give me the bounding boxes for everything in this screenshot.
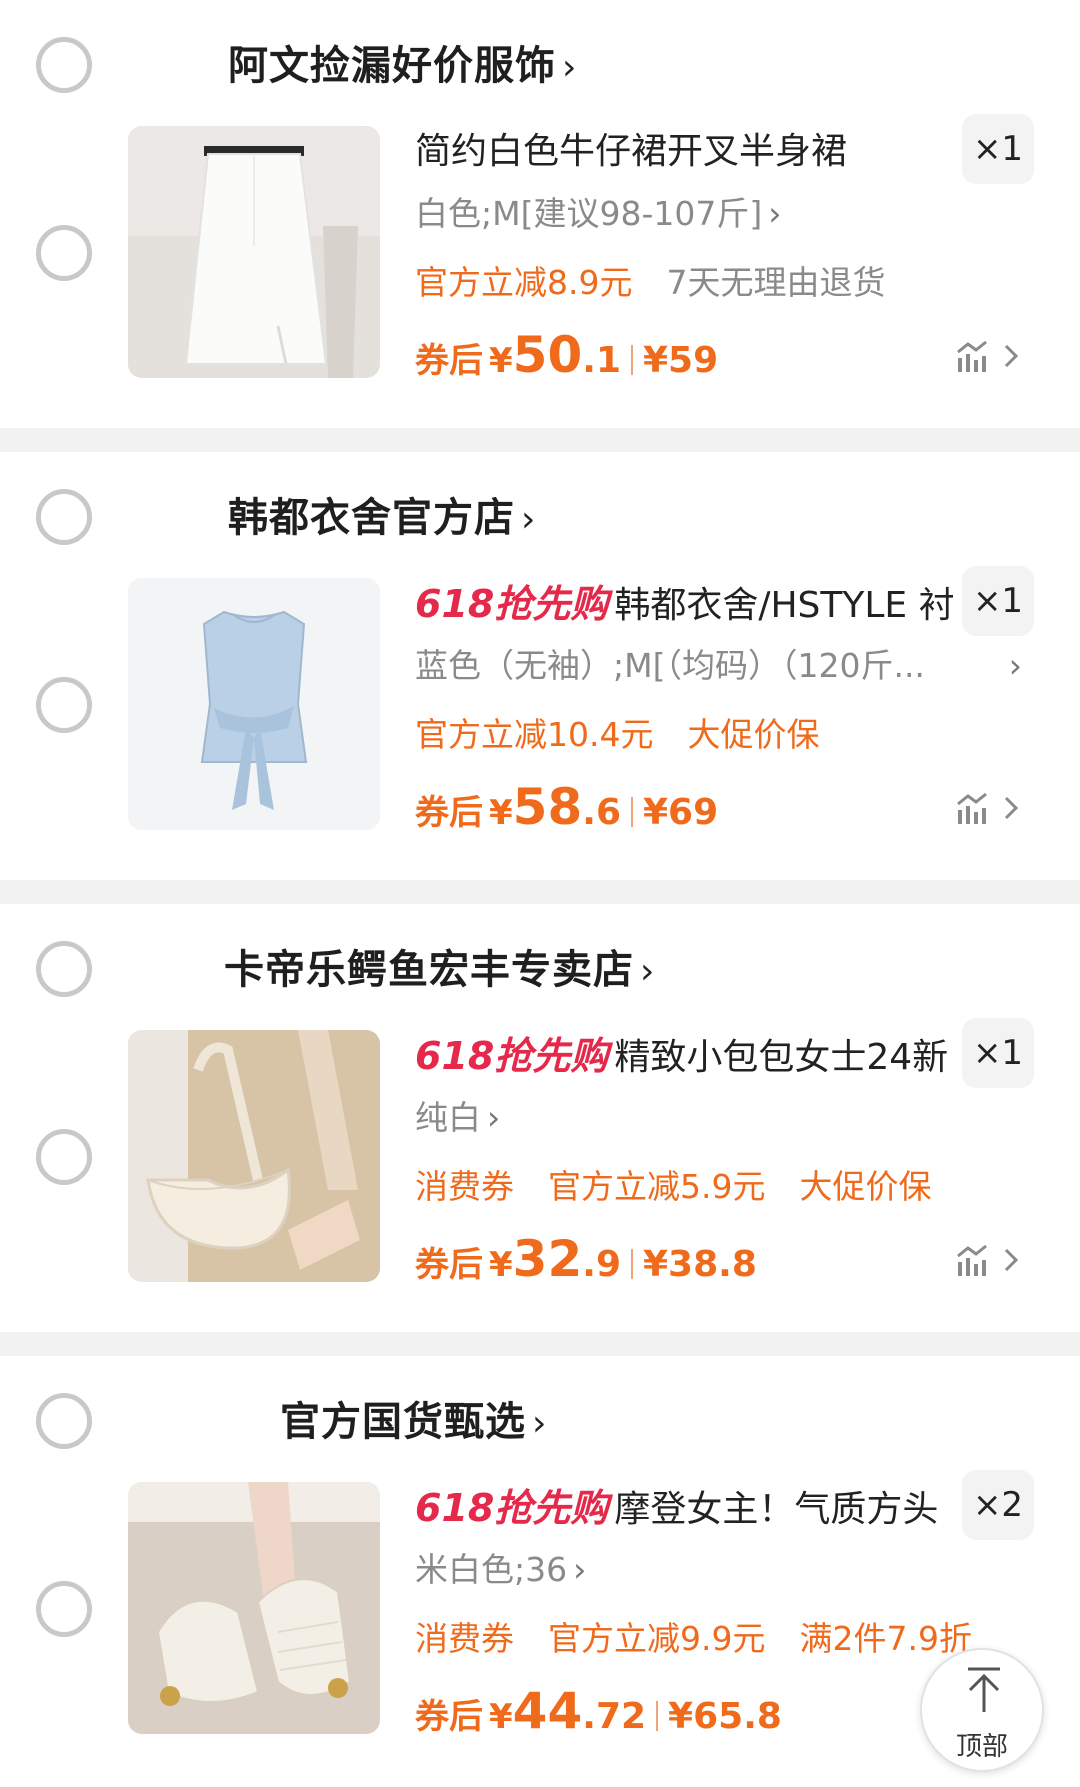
price-label: 券后 (415, 341, 483, 381)
original-price: ¥38.8 (643, 1244, 757, 1285)
store-name-link[interactable]: 卡帝乐鳄鱼宏丰专卖店 › (224, 944, 655, 998)
item-select-checkbox[interactable] (36, 677, 92, 733)
arrow-up-icon (968, 1667, 1000, 1712)
promo-618-badge: 618抢先购 (415, 582, 609, 626)
item-select-checkbox[interactable] (36, 1129, 92, 1185)
original-price: ¥65.8 (668, 1696, 782, 1737)
store-select-checkbox[interactable] (36, 941, 92, 997)
price-integer: 32 (512, 1230, 583, 1288)
product-spec-selector[interactable]: 白色;M[建议98-107斤] › (415, 190, 1025, 238)
store-name-link[interactable]: 阿文捡漏好价服饰 › (228, 40, 577, 94)
currency-symbol: ¥ (489, 341, 513, 381)
store-select-checkbox[interactable] (36, 1393, 92, 1449)
cream-slingback-shoes-image (128, 1482, 380, 1734)
chevron-right-icon: › (562, 47, 578, 88)
price-trend-icon[interactable] (954, 1242, 1024, 1278)
product-spec-selector[interactable]: 纯白 › (415, 1094, 1025, 1142)
product-title[interactable]: 618抢先购 摩登女主！气质方头 (415, 1482, 955, 1534)
price-integer: 58 (512, 778, 583, 836)
price-divider (631, 1249, 633, 1279)
price-divider (631, 797, 633, 827)
product-spec-selector[interactable]: 米白色;36 › (415, 1546, 1025, 1594)
price-row: 券后 ¥58.6 ¥69 (415, 777, 718, 837)
promo-tag: 大促价保 (687, 715, 820, 754)
store-select-checkbox[interactable] (36, 489, 92, 545)
back-to-top-button[interactable]: 顶部 (920, 1648, 1044, 1772)
price-integer: 44 (512, 1682, 583, 1740)
cart-store-group: 阿文捡漏好价服饰 › 简约白色牛仔裙开叉半身裙 ×1 白色;M[建议98-107斤… (0, 0, 1080, 428)
white-shoulder-bag-image (128, 1030, 380, 1282)
chevron-right-icon: › (487, 1098, 501, 1137)
price-trend-icon[interactable] (954, 790, 1024, 826)
product-title[interactable]: 简约白色牛仔裙开叉半身裙 (415, 126, 955, 178)
back-to-top-label: 顶部 (955, 1732, 1008, 1762)
promo-tag: 7天无理由退货 (666, 263, 886, 302)
product-thumbnail[interactable] (128, 1030, 380, 1282)
currency-symbol: ¥ (489, 1245, 513, 1285)
price-label: 券后 (415, 1245, 483, 1285)
chevron-right-icon: › (768, 194, 782, 233)
item-select-checkbox[interactable] (36, 225, 92, 281)
promo-tag: 满2件7.9折 (799, 1619, 972, 1658)
chevron-right-icon: › (640, 951, 656, 992)
original-price: ¥69 (643, 792, 719, 833)
white-denim-skirt-image (128, 126, 380, 378)
product-thumbnail[interactable] (128, 578, 380, 830)
promo-tag: 官方立减8.9元 (415, 263, 633, 302)
promo-tag: 官方立减5.9元 (548, 1167, 766, 1206)
blue-sleeveless-top-image (128, 578, 380, 830)
price-trend-icon[interactable] (954, 338, 1024, 374)
original-price: ¥59 (643, 340, 719, 381)
price-integer: 50 (512, 326, 583, 384)
price-row: 券后 ¥44.72 ¥65.8 (415, 1681, 782, 1741)
item-select-checkbox[interactable] (36, 1581, 92, 1637)
chevron-right-icon: › (532, 1403, 548, 1444)
promo-tag: 消费券 (415, 1167, 514, 1206)
product-title[interactable]: 618抢先购 精致小包包女士24新 (415, 1030, 955, 1082)
quantity-stepper[interactable]: ×1 (962, 114, 1034, 184)
price-label: 券后 (415, 793, 483, 833)
promo-tag: 大促价保 (799, 1167, 932, 1206)
price-divider (631, 345, 633, 375)
cart-store-group: 韩都衣舍官方店 › 618抢先购 韩都衣舍/HSTYLE 衬 ×1 蓝色（无袖）;M… (0, 452, 1080, 880)
promo-tags: 消费券 官方立减5.9元 大促价保 (415, 1162, 1075, 1212)
product-title[interactable]: 618抢先购 韩都衣舍/HSTYLE 衬 (415, 578, 955, 630)
quantity-stepper[interactable]: ×1 (962, 1018, 1034, 1088)
price-row: 券后 ¥50.1 ¥59 (415, 325, 718, 385)
currency-symbol: ¥ (489, 1697, 513, 1737)
price-decimal: .6 (582, 792, 621, 833)
quantity-stepper[interactable]: ×2 (962, 1470, 1034, 1540)
quantity-stepper[interactable]: ×1 (962, 566, 1034, 636)
chevron-right-icon[interactable]: › (1009, 642, 1022, 690)
cart-store-group: 官方国货甄选 › 618抢先购 摩登女主！气质方头 ×2 米白色;36 › 消费券 官方… (0, 1356, 1080, 1787)
price-divider (656, 1701, 659, 1731)
promo-tags: 官方立减10.4元 大促价保 (415, 710, 1075, 760)
store-select-checkbox[interactable] (36, 37, 92, 93)
promo-tag: 官方立减10.4元 (415, 715, 654, 754)
currency-symbol: ¥ (489, 793, 513, 833)
price-decimal: .72 (582, 1696, 647, 1737)
promo-tags: 官方立减8.9元 7天无理由退货 (415, 258, 1075, 308)
product-thumbnail[interactable] (128, 126, 380, 378)
chevron-right-icon: › (573, 1550, 587, 1589)
store-name-link[interactable]: 官方国货甄选 › (280, 1396, 547, 1450)
price-decimal: .1 (582, 340, 621, 381)
price-decimal: .9 (582, 1244, 621, 1285)
price-label: 券后 (415, 1697, 483, 1737)
price-row: 券后 ¥32.9 ¥38.8 (415, 1229, 757, 1289)
product-spec-selector[interactable]: 蓝色（无袖）;M[（均码）（120斤... (415, 642, 985, 690)
chevron-right-icon: › (521, 499, 537, 540)
promo-618-badge: 618抢先购 (415, 1486, 609, 1530)
product-thumbnail[interactable] (128, 1482, 380, 1734)
store-name-link[interactable]: 韩都衣舍官方店 › (228, 492, 536, 546)
cart-store-group: 卡帝乐鳄鱼宏丰专卖店 › 618抢先购 精致小包包女士24新 ×1 纯白 › 消费券官… (0, 904, 1080, 1332)
promo-tag: 官方立减9.9元 (548, 1619, 766, 1658)
promo-tag: 消费券 (415, 1619, 514, 1658)
promo-618-badge: 618抢先购 (415, 1034, 609, 1078)
